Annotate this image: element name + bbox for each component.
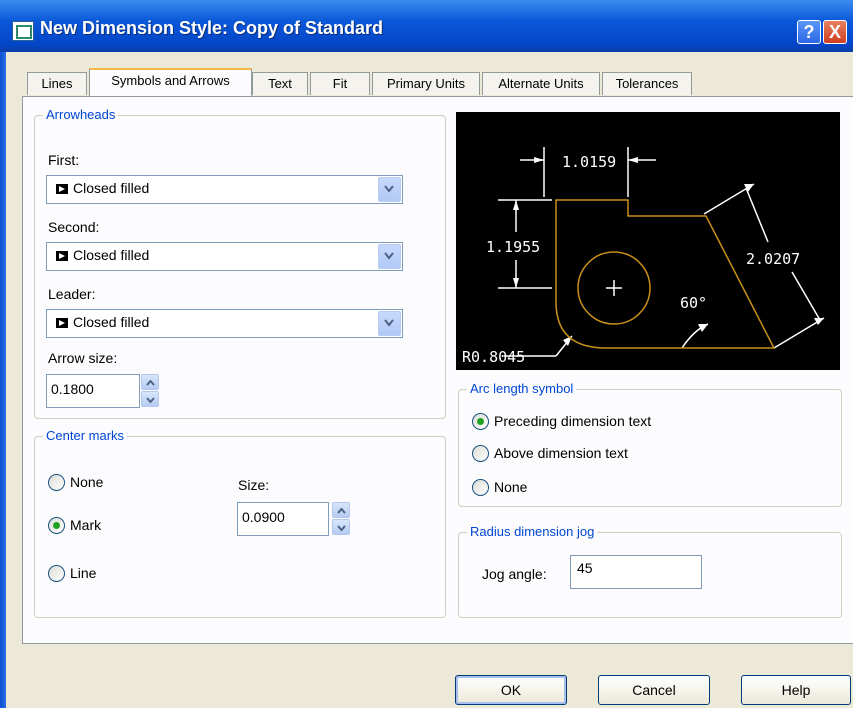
first-arrow-select[interactable]: Closed filled	[46, 175, 403, 204]
chevron-down-icon[interactable]	[378, 244, 401, 269]
window-frame	[0, 52, 6, 708]
tab-symbols-and-arrows[interactable]: Symbols and Arrows	[89, 68, 252, 96]
arrow-size-input[interactable]: 0.1800	[46, 374, 140, 408]
chevron-down-icon[interactable]	[378, 177, 401, 202]
center-none-radio[interactable]	[48, 474, 65, 491]
ok-button[interactable]: OK	[455, 675, 567, 705]
arrow-size-label: Arrow size:	[48, 350, 118, 366]
radius-jog-legend: Radius dimension jog	[467, 524, 598, 539]
preview-dim-right: 2.0207	[746, 250, 800, 268]
center-size-label: Size:	[238, 477, 270, 493]
tab-fit[interactable]: Fit	[310, 72, 370, 95]
spin-up-icon[interactable]	[141, 374, 159, 390]
preview-radius: R0.8045	[462, 348, 525, 366]
leader-arrow-value: Closed filled	[73, 314, 150, 330]
help-button[interactable]: Help	[741, 675, 851, 705]
chevron-down-icon[interactable]	[378, 311, 401, 336]
jog-angle-input[interactable]: 45	[570, 555, 702, 589]
tab-text[interactable]: Text	[252, 72, 308, 95]
center-line-label[interactable]: Line	[70, 565, 96, 581]
arrow-size-value: 0.1800	[51, 381, 94, 397]
second-label: Second:	[48, 219, 100, 235]
jog-angle-label: Jog angle:	[482, 566, 547, 582]
close-title-button[interactable]: X	[823, 20, 847, 44]
closed-filled-arrow-icon	[56, 184, 68, 194]
center-line-radio[interactable]	[48, 565, 65, 582]
first-label: First:	[48, 152, 80, 168]
arc-preceding-radio[interactable]	[472, 413, 489, 430]
arc-preceding-label[interactable]: Preceding dimension text	[494, 413, 651, 429]
preview-dim-top: 1.0159	[562, 153, 616, 171]
arc-above-label[interactable]: Above dimension text	[494, 445, 628, 461]
title-bar: New Dimension Style: Copy of Standard ? …	[0, 0, 853, 52]
center-marks-legend: Center marks	[43, 428, 128, 443]
arc-none-radio[interactable]	[472, 479, 489, 496]
center-mark-label[interactable]: Mark	[70, 517, 101, 533]
spin-down-icon[interactable]	[141, 391, 159, 407]
second-arrow-select[interactable]: Closed filled	[46, 242, 403, 271]
spin-up-icon[interactable]	[332, 502, 350, 518]
center-size-input[interactable]: 0.0900	[237, 502, 329, 536]
preview-angle: 60°	[680, 294, 707, 312]
arc-length-legend: Arc length symbol	[467, 381, 577, 396]
preview-dim-left: 1.1955	[486, 238, 540, 256]
arrowheads-legend: Arrowheads	[43, 107, 119, 122]
spin-down-icon[interactable]	[332, 519, 350, 535]
arrow-size-spinner[interactable]	[141, 374, 159, 408]
help-title-button[interactable]: ?	[797, 20, 821, 44]
arc-none-label[interactable]: None	[494, 479, 527, 495]
tab-primary-units[interactable]: Primary Units	[372, 72, 480, 95]
center-size-spinner[interactable]	[332, 502, 350, 536]
closed-filled-arrow-icon	[56, 318, 68, 328]
preview-geometry	[555, 199, 776, 349]
dimension-preview: 1.0159 1.1955 2.0207 60° R0.8045	[456, 112, 840, 370]
leader-label: Leader:	[48, 286, 96, 302]
tab-tolerances[interactable]: Tolerances	[602, 72, 692, 95]
closed-filled-arrow-icon	[56, 251, 68, 261]
arc-above-radio[interactable]	[472, 445, 489, 462]
leader-arrow-select[interactable]: Closed filled	[46, 309, 403, 338]
center-mark-radio[interactable]	[48, 517, 65, 534]
app-icon	[12, 21, 34, 41]
second-arrow-value: Closed filled	[73, 247, 150, 263]
first-arrow-value: Closed filled	[73, 180, 150, 196]
tab-lines[interactable]: Lines	[27, 72, 87, 95]
jog-angle-value: 45	[577, 560, 593, 576]
center-none-label[interactable]: None	[70, 474, 103, 490]
tab-alternate-units[interactable]: Alternate Units	[482, 72, 600, 95]
window-title: New Dimension Style: Copy of Standard	[40, 18, 384, 38]
cancel-button[interactable]: Cancel	[598, 675, 710, 705]
center-size-value: 0.0900	[242, 509, 285, 525]
